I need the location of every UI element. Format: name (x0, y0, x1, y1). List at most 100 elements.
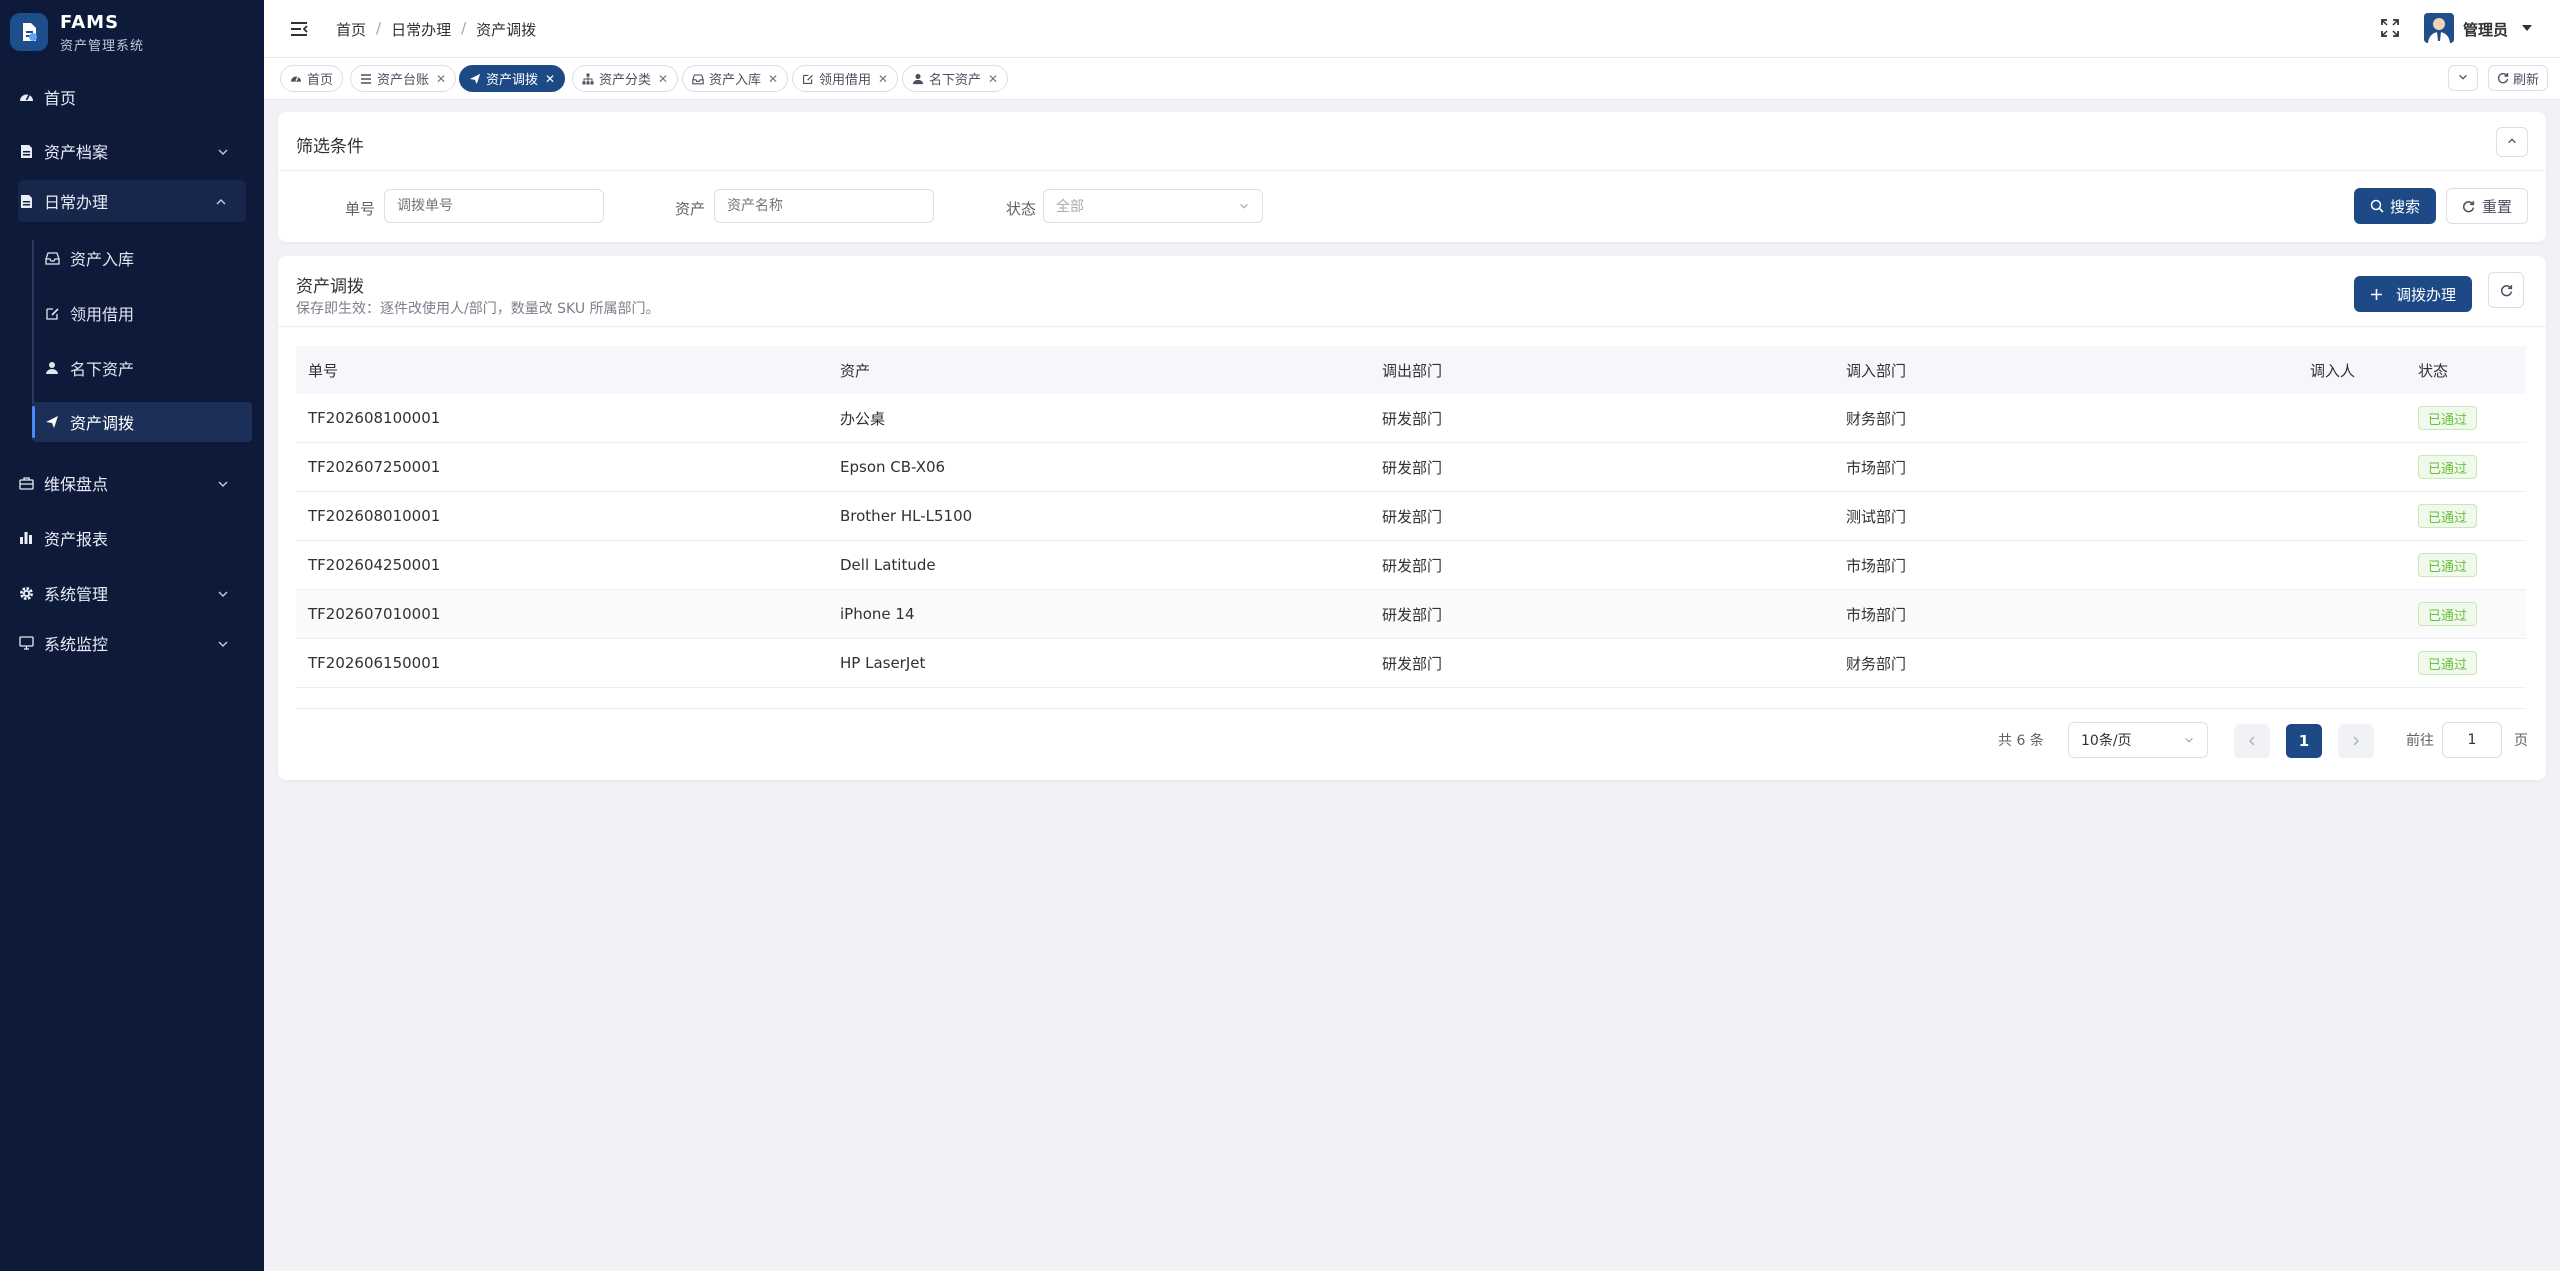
breadcrumb-item[interactable]: 首页 (336, 19, 366, 40)
sidebar-item-system-monitor[interactable]: 系统监控 (18, 622, 248, 664)
sidebar-item-label: 领用借用 (70, 305, 135, 324)
chevron-down-icon (216, 144, 230, 158)
tab-home[interactable]: 首页 (280, 65, 344, 92)
username[interactable]: 管理员 (2463, 19, 2508, 40)
page-number-button[interactable]: 1 (2286, 724, 2322, 758)
sidebar-item-label: 名下资产 (70, 360, 135, 379)
close-icon[interactable]: ✕ (878, 72, 888, 86)
divider (296, 708, 2526, 709)
sidebar-item-home[interactable]: 首页 (18, 76, 248, 118)
order-no-cell: TF202607010001 (308, 605, 441, 623)
sidebar-subitem-my-assets[interactable]: 名下资产 (32, 348, 252, 388)
asset-cell: Dell Latitude (840, 556, 936, 574)
inbox-icon (44, 250, 60, 266)
chevron-up-icon (214, 194, 228, 208)
sidebar-item-label: 系统管理 (44, 585, 109, 604)
to-dept-cell: 市场部门 (1846, 556, 1907, 575)
sidebar-item-system-admin[interactable]: 系统管理 (18, 572, 248, 614)
next-page-button[interactable] (2338, 724, 2374, 758)
tab-asset-ledger[interactable]: 资产台账 ✕ (350, 65, 457, 92)
app-logo-icon (10, 13, 48, 51)
sidebar-subitem-borrow[interactable]: 领用借用 (32, 293, 252, 333)
jump-prefix: 前往 (2406, 733, 2434, 749)
page-size-value: 10条/页 (2081, 733, 2132, 749)
order-no-cell: TF202604250001 (308, 556, 441, 574)
breadcrumb-item-current: 资产调拨 (476, 21, 537, 39)
page-size-select[interactable]: 10条/页 (2068, 722, 2208, 758)
tags-dropdown-button[interactable] (2448, 65, 2478, 91)
status-badge: 已通过 (2418, 406, 2478, 430)
sidebar-item-label: 资产调拨 (70, 414, 135, 433)
refresh-icon (2500, 284, 2513, 297)
sidebar-item-reports[interactable]: 资产报表 (18, 517, 248, 559)
chevron-down-icon (2183, 734, 2195, 746)
table-subtitle: 保存即生效：逐件改使用人/部门，数量改 SKU 所属部门。 (296, 301, 660, 317)
status-label: 状态 (1006, 200, 1037, 218)
table-title: 资产调拨 (296, 277, 364, 297)
asset-input[interactable] (714, 189, 934, 223)
reset-button-label: 重置 (2481, 197, 2512, 216)
status-select[interactable]: 全部 (1043, 189, 1263, 223)
user-icon (912, 73, 924, 85)
table-row[interactable]: TF202607250001 Epson CB-X06 研发部门 市场部门 已通… (296, 443, 2526, 492)
search-button[interactable]: 搜索 (2354, 188, 2436, 224)
fullscreen-icon[interactable] (2380, 18, 2400, 38)
tab-label: 资产入库 (709, 73, 762, 88)
order-no-input[interactable] (384, 189, 604, 223)
caret-down-icon[interactable] (2522, 25, 2532, 31)
column-header: 调入人 (2310, 361, 2356, 380)
tab-my-assets[interactable]: 名下资产 ✕ (902, 65, 1009, 92)
plus-icon (2370, 287, 2384, 301)
table-row[interactable]: TF202604250001 Dell Latitude 研发部门 市场部门 已… (296, 541, 2526, 590)
sidebar-subitem-asset-inbound[interactable]: 资产入库 (32, 238, 252, 278)
close-icon[interactable]: ✕ (988, 72, 998, 86)
table-refresh-button[interactable] (2488, 272, 2524, 308)
tab-asset-transfer[interactable]: 资产调拨 ✕ (459, 65, 566, 92)
column-header: 资产 (840, 361, 871, 380)
brand[interactable]: FAMS 资产管理系统 (0, 0, 264, 58)
to-dept-cell: 财务部门 (1846, 409, 1907, 428)
sidebar-item-asset-archive[interactable]: 资产档案 (18, 130, 248, 172)
status-cell: 已通过 (2418, 590, 2478, 638)
table-row[interactable]: TF202606150001 HP LaserJet 研发部门 财务部门 已通过 (296, 639, 2526, 688)
breadcrumb-item[interactable]: 日常办理 (391, 19, 451, 40)
status-cell: 已通过 (2418, 443, 2478, 491)
refresh-icon (2497, 72, 2509, 84)
filter-collapse-button[interactable] (2496, 127, 2528, 157)
close-icon[interactable]: ✕ (658, 72, 668, 86)
close-icon[interactable]: ✕ (545, 72, 555, 86)
table-row[interactable]: TF202607010001 iPhone 14 研发部门 市场部门 已通过 (296, 590, 2526, 639)
tab-asset-category[interactable]: 资产分类 ✕ (572, 65, 679, 92)
to-dept-cell: 测试部门 (1846, 507, 1907, 526)
sidebar-item-daily-ops[interactable]: 日常办理 (18, 180, 246, 222)
chevron-down-icon (2457, 69, 2469, 87)
order-no-cell: TF202607250001 (308, 458, 441, 476)
status-badge: 已通过 (2418, 553, 2478, 577)
sidebar-item-label: 维保盘点 (44, 475, 109, 494)
close-icon[interactable]: ✕ (436, 72, 446, 86)
menu-collapse-icon[interactable] (288, 18, 310, 40)
filter-card: 筛选条件 单号 资产 状态 全部 搜索 重置 (278, 112, 2546, 242)
tab-label: 首页 (307, 73, 334, 88)
table-row[interactable]: TF202608010001 Brother HL-L5100 研发部门 测试部… (296, 492, 2526, 541)
asset-cell: Brother HL-L5100 (840, 507, 973, 525)
table-row[interactable]: TF202608100001 办公桌 研发部门 财务部门 已通过 (296, 394, 2526, 443)
prev-page-button[interactable] (2234, 724, 2270, 758)
bar-chart-icon (18, 530, 34, 546)
tab-asset-inbound[interactable]: 资产入库 ✕ (682, 65, 789, 92)
page-jump-input[interactable]: 1 (2442, 722, 2502, 758)
send-icon (44, 414, 60, 430)
sidebar-subitem-asset-transfer[interactable]: 资产调拨 (32, 402, 252, 442)
tab-borrow[interactable]: 领用借用 ✕ (792, 65, 899, 92)
top-header: 首页 / 日常办理 / 资产调拨 管理员 (264, 0, 2560, 58)
reset-button[interactable]: 重置 (2446, 188, 2528, 224)
add-transfer-label: 调拨办理 (2395, 285, 2456, 304)
tab-label: 资产调拨 (486, 73, 539, 88)
close-icon[interactable]: ✕ (768, 72, 778, 86)
column-header: 调出部门 (1382, 361, 1443, 380)
sidebar-item-maintenance[interactable]: 维保盘点 (18, 462, 248, 504)
avatar[interactable] (2424, 13, 2454, 43)
column-header: 状态 (2418, 361, 2449, 380)
add-transfer-button[interactable]: 调拨办理 (2354, 276, 2472, 312)
tags-refresh-button[interactable]: 刷新 (2487, 65, 2548, 91)
